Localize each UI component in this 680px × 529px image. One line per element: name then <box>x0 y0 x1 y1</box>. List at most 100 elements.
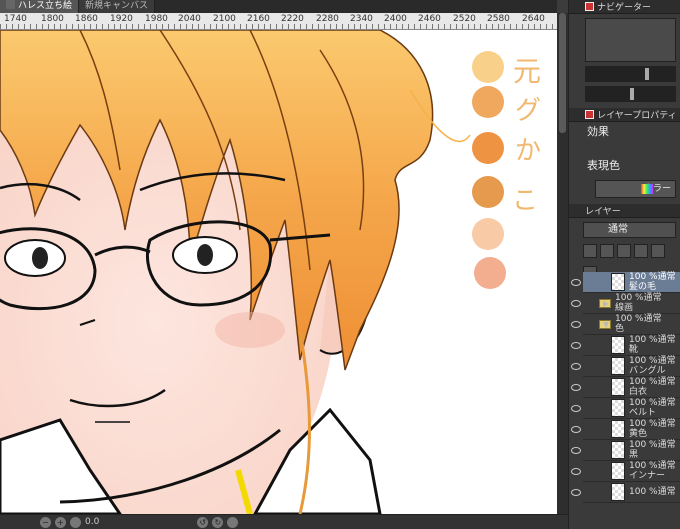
layer-row[interactable]: 100 %通常 バングル <box>571 356 680 377</box>
tab-label: 新規キャンバス <box>85 1 149 11</box>
navigator-header[interactable]: ナビゲーター <box>569 0 680 14</box>
handwritten-note: グ <box>515 96 542 126</box>
rotate-left-icon[interactable]: ↺ <box>197 516 209 528</box>
zoom-out-icon[interactable]: − <box>40 516 51 528</box>
layer-row[interactable]: 100 %通常 インナー <box>571 461 680 482</box>
navigator-title: ナビゲーター <box>597 3 652 13</box>
zoom-level[interactable]: 0.0 <box>85 517 99 527</box>
scrollbar-thumb[interactable] <box>559 13 566 133</box>
eye-icon[interactable] <box>571 278 581 286</box>
ruler-label: 2340 <box>350 14 373 24</box>
expression-color-select[interactable]: カラー <box>595 180 676 198</box>
layer-mode: 100 %通常 <box>615 314 662 324</box>
blush <box>215 312 285 348</box>
layer-mode: 100 %通常 <box>629 461 676 471</box>
layer-thumbnail <box>611 441 625 459</box>
handwritten-note: こ <box>512 186 539 216</box>
navigator-icon <box>585 2 594 11</box>
vertical-scrollbar[interactable] <box>557 13 568 514</box>
tab-new-canvas[interactable]: 新規キャンバス <box>79 0 156 13</box>
palette-swatch <box>472 51 504 83</box>
left-pupil <box>32 247 48 269</box>
ruler-label: 2580 <box>487 14 510 24</box>
layer-thumbnail <box>611 336 625 354</box>
ruler-label: 2520 <box>453 14 476 24</box>
layer-row[interactable]: 100 %通常 ベルト <box>571 398 680 419</box>
eye-icon[interactable] <box>571 341 581 349</box>
layer-mode: 100 %通常 <box>629 356 676 366</box>
palette-swatch <box>474 257 506 289</box>
layer-name: インナー <box>629 471 666 481</box>
slider-knob[interactable] <box>645 68 649 80</box>
ruler-label: 2100 <box>213 14 236 24</box>
zoom-slider[interactable] <box>585 66 676 82</box>
rotate-right-icon[interactable]: ↻ <box>212 516 224 528</box>
eye-icon[interactable] <box>571 362 581 370</box>
eye-icon[interactable] <box>571 488 581 496</box>
layer-row[interactable]: 100 %通常 白衣 <box>571 377 680 398</box>
eye-icon[interactable] <box>571 320 581 328</box>
eye-icon[interactable] <box>571 383 581 391</box>
handwritten-note: か <box>515 136 542 166</box>
zoom-in-icon[interactable]: + <box>55 516 66 528</box>
slider-knob[interactable] <box>630 88 634 100</box>
layer-mode: 100 %通常 <box>629 335 676 345</box>
ruler-label: 1920 <box>110 14 133 24</box>
ruler-icon[interactable] <box>651 244 665 258</box>
layer-color-icon[interactable] <box>583 244 597 258</box>
expression-color-label: 表現色 <box>587 159 620 172</box>
layer-row[interactable]: 100 %通常 <box>571 482 680 503</box>
eye-icon[interactable] <box>571 299 581 307</box>
rotation-slider[interactable] <box>585 86 676 102</box>
layer-row[interactable]: 100 %通常黒 <box>571 440 680 461</box>
layer-mode: 100 %通常 <box>629 440 676 450</box>
document-tab-bar: ハレス立ち絵 新規キャンバス <box>0 0 557 13</box>
eye-icon[interactable] <box>571 467 581 475</box>
tab-close-icon[interactable] <box>6 0 15 9</box>
ruler-label: 2640 <box>522 14 545 24</box>
reset-rotation-icon[interactable] <box>227 516 239 528</box>
layer-name: 線画 <box>615 303 634 313</box>
layer-list: 100 %通常 髪の毛 ▶ 100 %通常 線画 ▼ 100 %通常色 100 %通… <box>571 272 680 503</box>
layer-property-header[interactable]: レイヤープロパティ <box>569 108 680 122</box>
layer-name: 白衣 <box>629 387 648 397</box>
layer-panel-header[interactable]: レイヤー <box>569 204 680 218</box>
layer-row[interactable]: 100 %通常 髪の毛 <box>571 272 680 293</box>
layer-mode: 100 %通常 <box>615 293 662 303</box>
layer-mode: 100 %通常 <box>629 377 676 387</box>
horizontal-ruler: 1740 1800 1860 1920 1980 2040 2100 2160 … <box>0 13 557 30</box>
ruler-ticks <box>0 24 557 29</box>
tab-character[interactable]: ハレス立ち絵 <box>0 0 80 13</box>
ruler-label: 2160 <box>247 14 270 24</box>
lock-icon[interactable] <box>600 244 614 258</box>
layer-row[interactable]: ▶ 100 %通常 線画 <box>571 293 680 314</box>
navigator-preview[interactable] <box>585 18 676 62</box>
layer-row[interactable]: 100 %通常靴 <box>571 335 680 356</box>
palette-swatch <box>472 86 504 118</box>
reference-icon[interactable] <box>634 244 648 258</box>
clip-icon[interactable] <box>617 244 631 258</box>
app-window: ハレス立ち絵 新規キャンバス 1740 1800 1860 1920 1980 … <box>0 0 680 529</box>
handwritten-note: 元 <box>513 55 542 88</box>
ruler-label: 2040 <box>178 14 201 24</box>
right-pupil <box>197 244 213 266</box>
layer-mode: 100 %通常 <box>629 272 676 282</box>
layer-row[interactable]: ▼ 100 %通常色 <box>571 314 680 335</box>
layer-mode: 100 %通常 <box>629 487 676 497</box>
fit-icon[interactable] <box>70 516 81 528</box>
layer-mode: 100 %通常 <box>629 419 676 429</box>
palette-swatch <box>472 176 504 208</box>
layer-name: 黄色 <box>629 429 648 439</box>
layer-thumbnail <box>611 420 625 438</box>
layer-row[interactable]: 100 %通常 黄色 <box>571 419 680 440</box>
blend-mode-select[interactable]: 通常 <box>583 222 676 238</box>
eye-icon[interactable] <box>571 425 581 433</box>
ruler-label: 1980 <box>145 14 168 24</box>
right-panel: ナビゲーター レイヤープロパティ 効果 表現色 カラー レイヤー 通常 100 … <box>568 0 680 529</box>
drawing-canvas[interactable]: 元 グ か こ <box>0 30 557 514</box>
layer-toolbar <box>583 242 680 260</box>
eye-icon[interactable] <box>571 446 581 454</box>
eye-icon[interactable] <box>571 404 581 412</box>
collapse-arrow-icon[interactable]: ▼ <box>603 320 609 329</box>
expand-arrow-icon[interactable]: ▶ <box>603 299 609 308</box>
